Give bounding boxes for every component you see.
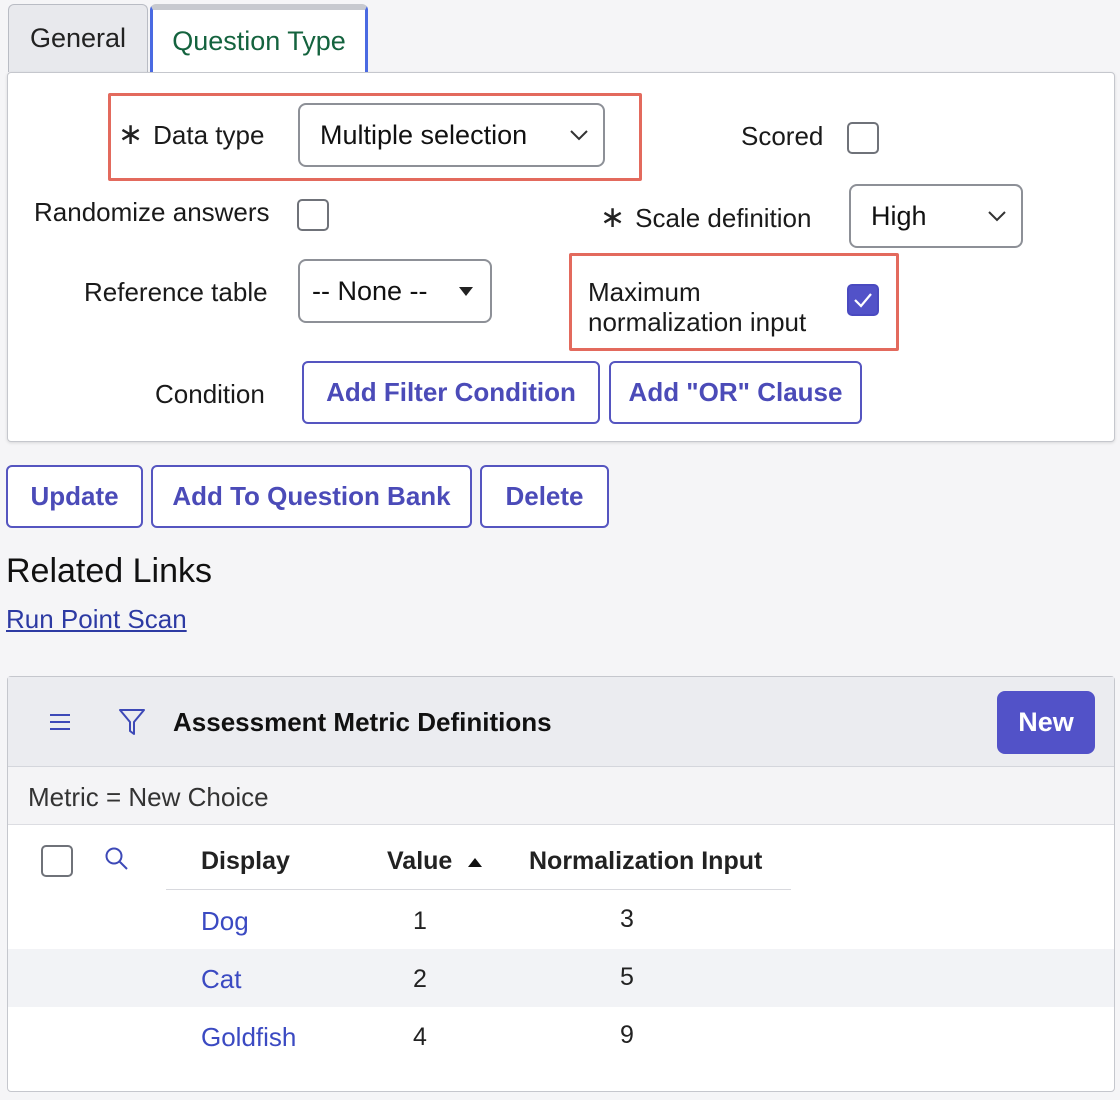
delete-button[interactable]: Delete — [480, 465, 609, 528]
row-display-link[interactable]: Cat — [201, 964, 241, 995]
data-type-highlight — [108, 93, 642, 181]
caret-down-icon — [459, 287, 473, 296]
row-normalization: 3 — [620, 905, 634, 933]
column-header-normalization-input[interactable]: Normalization Input — [529, 847, 762, 876]
filter-breadcrumb[interactable]: Metric = New Choice — [8, 767, 1114, 825]
table-row: Dog 1 3 — [8, 891, 1114, 949]
condition-label: Condition — [155, 379, 265, 409]
scored-label: Scored — [741, 121, 824, 151]
row-display-link[interactable]: Dog — [201, 906, 249, 937]
chevron-down-icon — [988, 211, 1006, 222]
scored-checkbox[interactable] — [847, 122, 879, 154]
list-header: Assessment Metric Definitions New — [8, 677, 1114, 767]
related-links-heading: Related Links — [6, 552, 213, 590]
reference-table-value: -- None -- — [312, 275, 428, 306]
row-value: 1 — [413, 907, 427, 935]
search-icon[interactable] — [104, 846, 130, 872]
table-row: Goldfish 4 9 — [8, 1007, 1114, 1065]
add-filter-condition-button[interactable]: Add Filter Condition — [302, 361, 600, 424]
reference-table-select[interactable]: -- None -- — [298, 259, 492, 323]
tab-question-type[interactable]: Question Type — [150, 4, 368, 72]
column-header-display[interactable]: Display — [201, 847, 290, 876]
sort-ascending-icon — [468, 858, 483, 868]
required-marker: ∗ — [600, 201, 626, 234]
randomize-answers-checkbox[interactable] — [297, 199, 329, 231]
reference-table-label: Reference table — [84, 277, 268, 307]
add-to-question-bank-button[interactable]: Add To Question Bank — [151, 465, 472, 528]
update-button[interactable]: Update — [6, 465, 143, 528]
tab-general[interactable]: General — [8, 4, 148, 72]
scale-definition-label: ∗ Scale definition — [600, 200, 811, 235]
max-normalization-highlight — [569, 253, 899, 351]
scale-definition-label-text: Scale definition — [635, 203, 812, 233]
question-type-form: ∗ Data type Multiple selection Scored Ran… — [7, 72, 1115, 442]
randomize-answers-label: Randomize answers — [34, 197, 270, 227]
add-or-clause-button[interactable]: Add "OR" Clause — [609, 361, 862, 424]
header-divider — [166, 889, 791, 890]
filter-breadcrumb-text: Metric = New Choice — [28, 782, 269, 812]
new-button[interactable]: New — [997, 691, 1095, 754]
table-row: Cat 2 5 — [8, 949, 1114, 1007]
hamburger-menu-icon[interactable] — [48, 712, 74, 732]
row-normalization: 9 — [620, 1021, 634, 1049]
list-title: Assessment Metric Definitions — [173, 707, 552, 737]
filter-icon[interactable] — [118, 707, 146, 737]
row-value: 2 — [413, 965, 427, 993]
row-value: 4 — [413, 1023, 427, 1051]
run-point-scan-link[interactable]: Run Point Scan — [6, 604, 187, 635]
column-header-value-text: Value — [387, 847, 453, 875]
select-all-checkbox[interactable] — [41, 845, 73, 877]
scale-definition-select[interactable]: High — [849, 184, 1023, 248]
row-normalization: 5 — [620, 963, 634, 991]
column-header-value[interactable]: Value — [387, 847, 483, 876]
row-display-link[interactable]: Goldfish — [201, 1022, 296, 1053]
scale-definition-value: High — [871, 200, 927, 231]
assessment-metric-list: Assessment Metric Definitions New Metric… — [7, 676, 1115, 1092]
